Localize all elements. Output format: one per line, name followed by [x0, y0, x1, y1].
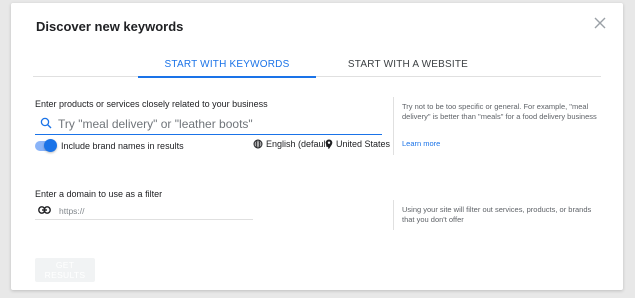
- toggle-knob: [44, 139, 57, 152]
- domain-input[interactable]: [59, 204, 249, 218]
- dialog-title: Discover new keywords: [36, 19, 184, 34]
- location-pin-icon: [325, 139, 333, 149]
- domain-filter-field: [35, 202, 253, 220]
- language-value: English (default): [266, 139, 332, 149]
- tab-label: START WITH A WEBSITE: [347, 59, 469, 70]
- tab-label: START WITH KEYWORDS: [164, 59, 290, 70]
- location-selector[interactable]: United States: [325, 139, 390, 149]
- globe-icon: [253, 139, 263, 149]
- divider: [393, 97, 394, 155]
- keyword-search-field: [35, 112, 382, 135]
- keywords-help-text: Try not to be too specific or general. F…: [402, 102, 597, 121]
- active-tab-indicator: [138, 76, 316, 78]
- get-results-button[interactable]: GET RESULTS: [35, 258, 95, 282]
- learn-more-link[interactable]: Learn more: [402, 139, 440, 148]
- brand-names-toggle[interactable]: [35, 139, 57, 152]
- language-selector[interactable]: English (default): [253, 139, 331, 149]
- search-icon: [40, 117, 52, 129]
- domain-field-label: Enter a domain to use as a filter: [35, 189, 163, 199]
- keyword-input[interactable]: [58, 115, 368, 132]
- domain-help-text: Using your site will filter out services…: [402, 205, 592, 224]
- location-value: United States: [336, 139, 391, 149]
- tab-start-with-keywords[interactable]: START WITH KEYWORDS: [138, 59, 316, 78]
- tab-bar: START WITH KEYWORDS START WITH A WEBSITE: [33, 55, 601, 78]
- discover-keywords-dialog: Discover new keywords START WITH KEYWORD…: [11, 3, 623, 290]
- link-icon: [38, 206, 51, 214]
- divider: [393, 200, 394, 230]
- close-icon[interactable]: [593, 16, 607, 30]
- keywords-field-label: Enter products or services closely relat…: [35, 99, 268, 109]
- tab-start-with-website[interactable]: START WITH A WEBSITE: [333, 59, 483, 77]
- brand-names-label: Include brand names in results: [61, 141, 184, 151]
